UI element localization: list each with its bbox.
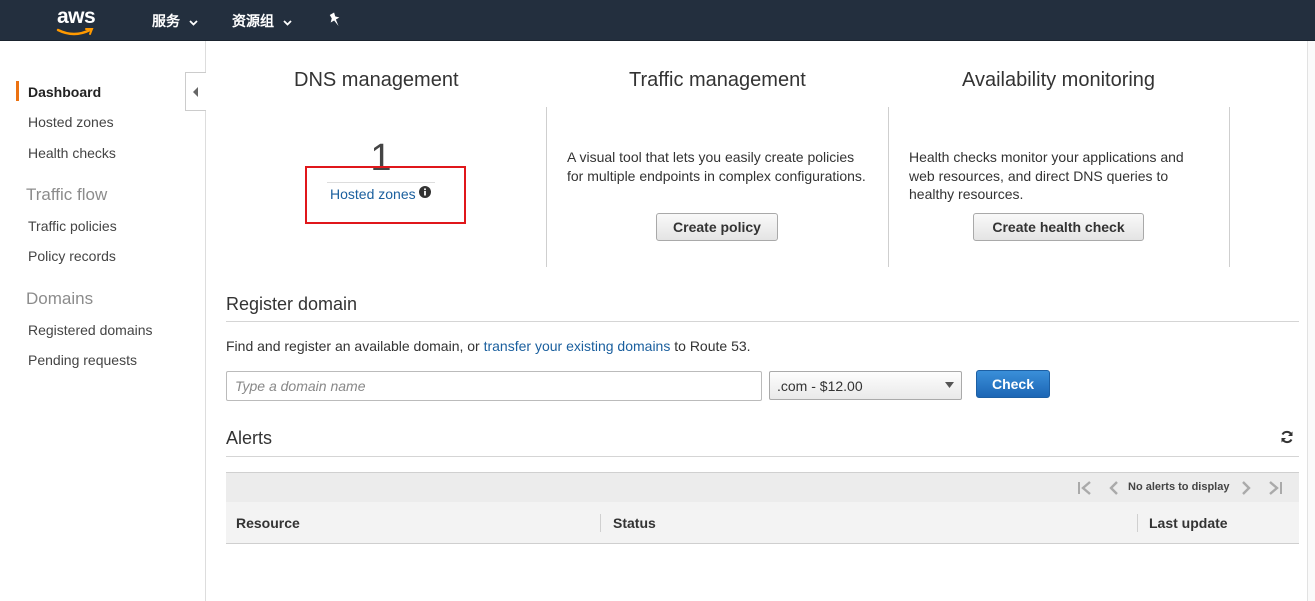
create-policy-button[interactable]: Create policy xyxy=(656,213,778,241)
sidebar-section-traffic-flow: Traffic flow xyxy=(26,185,108,204)
register-domain-text: Find and register an available domain, o… xyxy=(226,338,751,354)
sidebar-item-dashboard[interactable]: Dashboard xyxy=(28,84,101,100)
page-scroll-edge xyxy=(1307,41,1315,601)
sidebar-section-domains: Domains xyxy=(26,289,94,308)
last-page-icon[interactable] xyxy=(1267,481,1283,495)
column-divider xyxy=(546,107,547,267)
services-menu-label: 服务 xyxy=(152,12,180,29)
alerts-title: Alerts xyxy=(226,428,273,448)
section-divider xyxy=(226,456,1299,457)
domain-name-input[interactable] xyxy=(226,371,762,401)
sidebar-item-traffic-policies[interactable]: Traffic policies xyxy=(28,218,117,234)
sidebar-item-registered-domains[interactable]: Registered domains xyxy=(28,322,153,338)
sidebar-collapse-button[interactable] xyxy=(185,72,206,111)
sidebar-item-policy-records[interactable]: Policy records xyxy=(28,248,116,264)
sidebar-item-pending-requests[interactable]: Pending requests xyxy=(28,352,137,368)
column-header-resource[interactable]: Resource xyxy=(236,515,300,531)
register-text-after: to Route 53. xyxy=(674,338,751,354)
active-indicator xyxy=(16,81,19,101)
column-divider xyxy=(1229,107,1230,267)
aws-logo-text: aws xyxy=(57,5,96,28)
first-page-icon[interactable] xyxy=(1077,481,1093,495)
refresh-icon[interactable] xyxy=(1280,430,1294,444)
traffic-management-description: A visual tool that lets you easily creat… xyxy=(567,149,866,184)
column-header-status[interactable]: Status xyxy=(613,515,656,531)
tld-select[interactable]: .com - $12.00 xyxy=(769,371,962,400)
resource-groups-menu[interactable]: 资源组 xyxy=(232,0,292,41)
next-page-icon[interactable] xyxy=(1240,481,1252,495)
services-menu[interactable]: 服务 xyxy=(152,0,198,41)
caret-left-icon xyxy=(193,86,198,97)
register-domain-title: Register domain xyxy=(226,294,358,314)
column-separator xyxy=(600,514,601,532)
dns-management-title: DNS management xyxy=(294,69,459,91)
create-health-check-button[interactable]: Create health check xyxy=(973,213,1144,241)
traffic-management-title: Traffic management xyxy=(629,69,806,91)
check-button[interactable]: Check xyxy=(976,370,1050,398)
aws-smile-icon xyxy=(56,28,94,36)
caret-down-icon xyxy=(945,382,954,388)
alerts-pager-status: No alerts to display xyxy=(1128,481,1230,493)
sidebar-item-health-checks[interactable]: Health checks xyxy=(28,145,116,161)
resource-groups-menu-label: 资源组 xyxy=(232,12,274,29)
column-divider xyxy=(888,107,889,267)
aws-logo[interactable]: aws xyxy=(52,4,104,38)
column-separator xyxy=(1137,514,1138,532)
transfer-domains-link[interactable]: transfer your existing domains xyxy=(484,338,671,354)
chevron-down-icon xyxy=(189,13,198,29)
highlight-annotation-box xyxy=(305,166,466,224)
section-divider xyxy=(226,321,1299,322)
pushpin-icon[interactable] xyxy=(328,12,342,31)
alerts-table-header xyxy=(226,502,1299,544)
top-nav-bar: aws 服务 资源组 xyxy=(0,0,1315,41)
column-header-last-update[interactable]: Last update xyxy=(1149,515,1228,531)
availability-monitoring-title: Availability monitoring xyxy=(962,69,1156,91)
sidebar: Dashboard Hosted zones Health checks Tra… xyxy=(0,41,206,601)
availability-monitoring-description: Health checks monitor your applications … xyxy=(909,149,1184,202)
chevron-down-icon xyxy=(283,13,292,29)
register-text-before: Find and register an available domain, o… xyxy=(226,338,480,354)
sidebar-item-hosted-zones[interactable]: Hosted zones xyxy=(28,114,114,130)
prev-page-icon[interactable] xyxy=(1108,481,1120,495)
tld-selected-value: .com - $12.00 xyxy=(777,377,863,394)
